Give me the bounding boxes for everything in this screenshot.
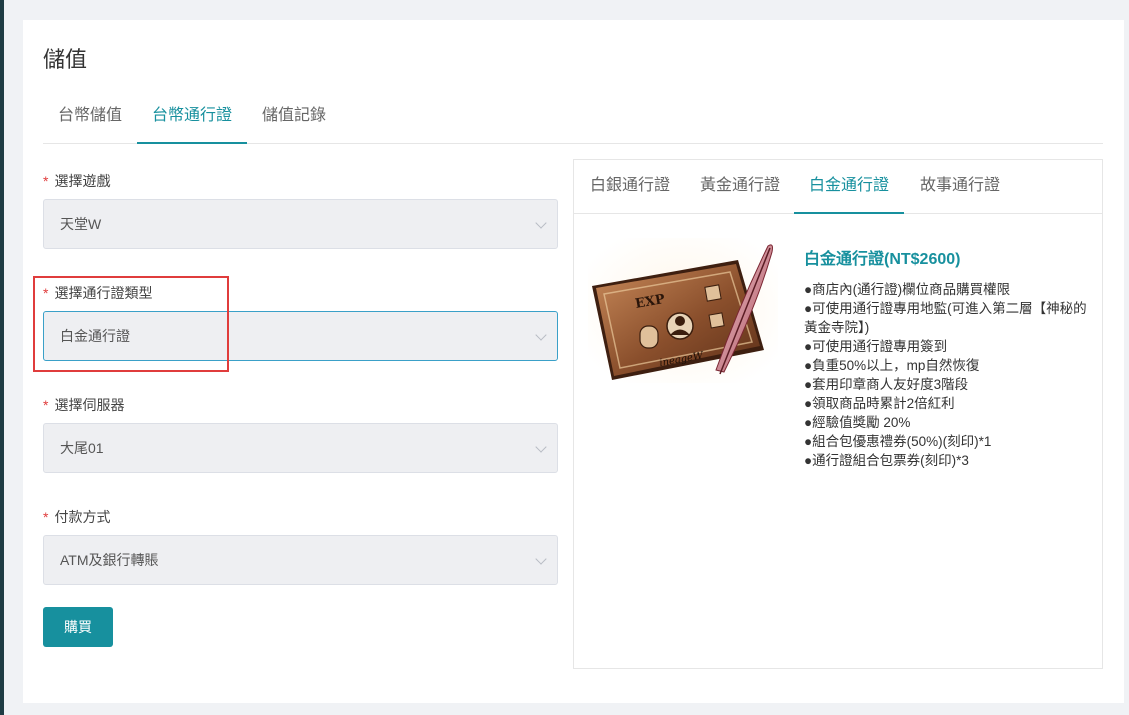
perk-item: 經驗值獎勵 20% (804, 413, 1094, 432)
perk-item: 商店內(通行證)欄位商品購買權限 (804, 280, 1094, 299)
server-select[interactable]: 大尾01 (43, 423, 558, 473)
perk-item: 通行證組合包票券(刻印)*3 (804, 451, 1094, 470)
pass-detail-card: 白銀通行證 黃金通行證 白金通行證 故事通行證 EXP ineageW 白金通行… (573, 159, 1103, 669)
tab-platinum-pass[interactable]: 白金通行證 (794, 160, 904, 214)
server-field-label: * 選擇伺服器 (43, 395, 124, 415)
tab-twd-pass[interactable]: 台幣通行證 (137, 90, 247, 144)
pass-type-field-label: * 選擇通行證類型 (43, 283, 152, 303)
window-left-edge (0, 0, 4, 715)
pass-name: 白金通行證(NT$2600) (804, 251, 961, 268)
chevron-down-icon (535, 329, 547, 341)
pass-perk-list: 商店內(通行證)欄位商品購買權限 可使用通行證專用地監(可進入第二層【神秘的黃金… (804, 280, 1094, 470)
payment-label-text: 付款方式 (54, 509, 111, 525)
required-mark: * (43, 509, 49, 525)
game-select[interactable]: 天堂W (43, 199, 558, 249)
payment-select[interactable]: ATM及銀行轉賬 (43, 535, 558, 585)
page-title: 儲值 (43, 47, 88, 72)
pass-type-select-value: 白金通行證 (60, 328, 130, 344)
chevron-down-icon (535, 217, 547, 229)
perk-item: 組合包優惠禮券(50%)(刻印)*1 (804, 432, 1094, 451)
payment-field-label: * 付款方式 (43, 507, 110, 527)
tab-story-pass[interactable]: 故事通行證 (910, 160, 1010, 214)
game-select-value: 天堂W (60, 216, 102, 232)
recharge-panel: 儲值 台幣儲值 台幣通行證 儲值記錄 * 選擇遊戲 天堂W * 選擇通行證類型 白金… (23, 20, 1124, 703)
required-mark: * (43, 285, 49, 301)
server-label-text: 選擇伺服器 (54, 397, 125, 413)
perk-item: 套用印章商人友好度3階段 (804, 375, 1094, 394)
tab-silver-pass[interactable]: 白銀通行證 (580, 160, 680, 214)
pass-tab-bar: 白銀通行證 黃金通行證 白金通行證 故事通行證 (574, 160, 1102, 214)
game-field-label: * 選擇遊戲 (43, 171, 110, 191)
perk-item: 可使用通行證專用地監(可進入第二層【神秘的黃金寺院】) (804, 299, 1094, 337)
required-mark: * (43, 397, 49, 413)
pass-type-label-text: 選擇通行證類型 (54, 285, 153, 301)
chevron-down-icon (535, 553, 547, 565)
perk-item: 可使用通行證專用簽到 (804, 337, 1094, 356)
required-mark: * (43, 173, 49, 189)
tab-recharge-history[interactable]: 儲值記錄 (247, 90, 341, 144)
chevron-down-icon (535, 441, 547, 453)
perk-item: 負重50%以上，mp自然恢復 (804, 356, 1094, 375)
server-select-value: 大尾01 (60, 440, 104, 456)
pass-type-select[interactable]: 白金通行證 (43, 311, 558, 361)
main-tab-bar: 台幣儲值 台幣通行證 儲值記錄 (43, 90, 1103, 144)
game-label-text: 選擇遊戲 (54, 173, 111, 189)
tab-twd-recharge[interactable]: 台幣儲值 (43, 90, 137, 144)
buy-button[interactable]: 購買 (43, 607, 113, 647)
tab-gold-pass[interactable]: 黃金通行證 (690, 160, 790, 214)
perk-item: 領取商品時累計2倍紅利 (804, 394, 1094, 413)
platinum-pass-scroll-icon: EXP ineageW (588, 238, 778, 383)
payment-select-value: ATM及銀行轉賬 (60, 552, 159, 568)
